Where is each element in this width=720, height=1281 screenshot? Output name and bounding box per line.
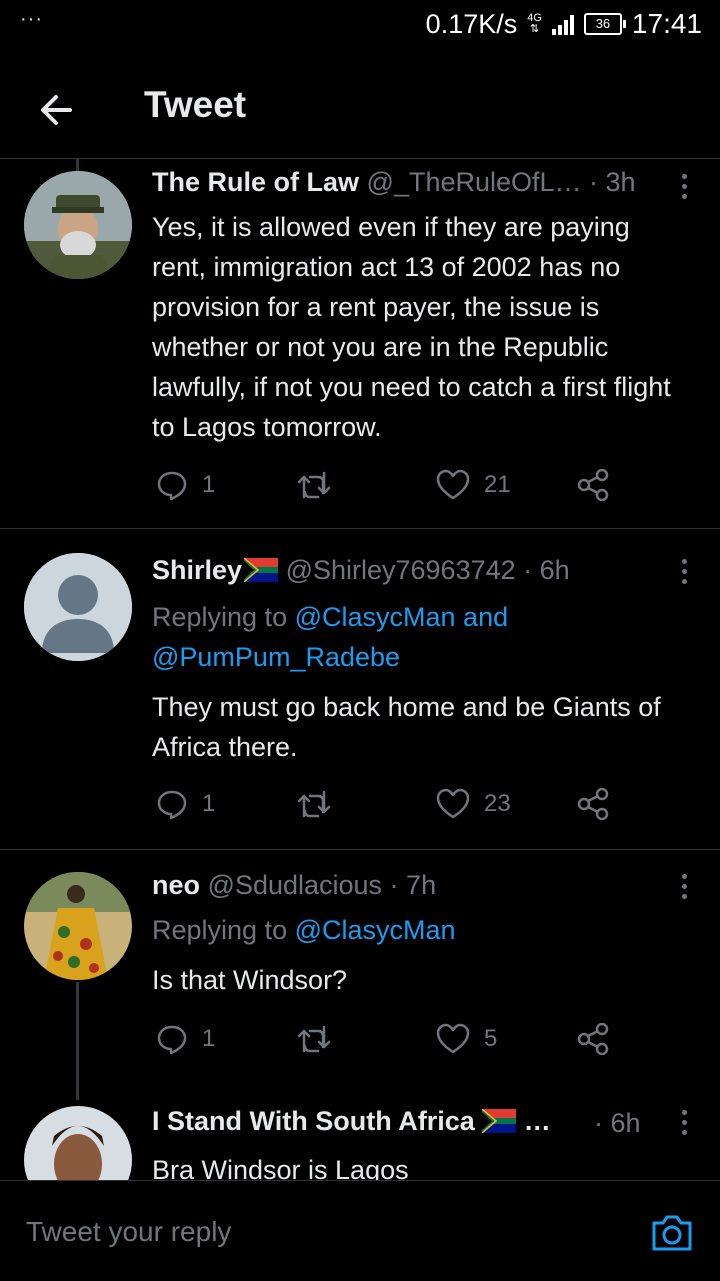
status-bar: ··· 0.17K/s 4G ⇅ 36 17:41 bbox=[0, 0, 720, 50]
reply-count: 1 bbox=[202, 790, 216, 817]
tweet[interactable]: I Stand With South Africa … · 6h Bra Win… bbox=[0, 1100, 720, 1180]
mention-link[interactable]: @ClasycMan bbox=[295, 915, 456, 945]
tweet-actions: 1 21 bbox=[156, 469, 616, 509]
reply-icon bbox=[157, 790, 187, 820]
tweet-actions: 1 23 bbox=[156, 788, 616, 828]
top-bar: Tweet bbox=[0, 60, 720, 159]
reply-button[interactable]: 1 bbox=[156, 788, 215, 820]
avatar[interactable] bbox=[24, 171, 132, 279]
tweet-actions: 1 5 bbox=[156, 1023, 616, 1063]
timestamp: · 6h bbox=[523, 555, 570, 585]
replying-to-label: Replying to bbox=[152, 915, 288, 945]
reply-button[interactable]: 1 bbox=[156, 1023, 215, 1055]
share-icon bbox=[577, 788, 609, 820]
like-icon bbox=[436, 469, 470, 500]
like-count: 21 bbox=[484, 471, 511, 498]
avatar[interactable] bbox=[24, 553, 132, 661]
network-type-icon: 4G ⇅ bbox=[527, 12, 542, 35]
tweet-header: neo @Sdudlacious · 7h bbox=[152, 870, 660, 901]
timestamp: · 6h bbox=[594, 1108, 641, 1138]
avatar-photo bbox=[24, 171, 132, 279]
more-options-button[interactable] bbox=[676, 874, 692, 899]
share-button[interactable] bbox=[576, 1023, 610, 1055]
avatar-photo bbox=[24, 872, 132, 980]
username[interactable]: @Shirley76963742 bbox=[286, 555, 516, 585]
tweet-text: They must go back home and be Giants of … bbox=[152, 692, 661, 762]
share-icon bbox=[577, 469, 609, 501]
clock: 17:41 bbox=[631, 8, 702, 39]
avatar[interactable] bbox=[24, 1106, 132, 1180]
back-arrow-icon bbox=[41, 95, 72, 125]
display-name-ellipsis: … bbox=[523, 1106, 551, 1136]
avatar[interactable] bbox=[24, 872, 132, 980]
reply-input[interactable] bbox=[24, 1211, 628, 1253]
display-name[interactable]: Shirley bbox=[152, 555, 242, 585]
camera-button[interactable] bbox=[650, 1211, 694, 1255]
display-name[interactable]: I Stand With South Africa bbox=[152, 1106, 475, 1136]
tweet-header: I Stand With South Africa … bbox=[152, 1106, 570, 1137]
retweet-button[interactable] bbox=[296, 1023, 332, 1055]
replying-to: Replying to @ClasycMan bbox=[152, 910, 680, 950]
back-button[interactable] bbox=[30, 84, 82, 136]
reply-composer bbox=[0, 1180, 720, 1281]
sa-flag-icon bbox=[243, 557, 279, 583]
like-icon bbox=[436, 1023, 470, 1054]
more-options-button[interactable] bbox=[676, 1110, 692, 1135]
avatar-photo bbox=[24, 1106, 132, 1180]
tweet-text: Yes, it is allowed even if they are payi… bbox=[152, 212, 671, 442]
share-icon bbox=[577, 1023, 609, 1055]
camera-icon bbox=[652, 1215, 692, 1251]
network-type-label: 4G bbox=[527, 12, 542, 24]
retweet-button[interactable] bbox=[296, 788, 332, 820]
more-options-button[interactable] bbox=[676, 174, 692, 199]
tweet[interactable]: The Rule of Law @_TheRuleOfL… · 3h Yes, … bbox=[0, 159, 720, 529]
display-name[interactable]: The Rule of Law bbox=[152, 167, 359, 197]
retweet-icon bbox=[297, 790, 331, 818]
tweet[interactable]: neo @Sdudlacious · 7h Replying to @Clasy… bbox=[0, 850, 720, 1100]
tweet-text: Bra Windsor is Lagos bbox=[152, 1155, 409, 1180]
like-count: 23 bbox=[484, 790, 511, 817]
replying-to-label: Replying to bbox=[152, 602, 288, 632]
username[interactable]: @_TheRuleOfL… bbox=[367, 167, 582, 197]
like-button[interactable]: 5 bbox=[436, 1023, 497, 1055]
thread-connector bbox=[76, 982, 79, 1100]
battery-icon: 36 bbox=[583, 13, 626, 35]
share-button[interactable] bbox=[576, 788, 610, 820]
retweet-button[interactable] bbox=[296, 469, 332, 501]
like-icon bbox=[436, 788, 470, 819]
thread-connector bbox=[76, 159, 79, 171]
like-button[interactable]: 23 bbox=[436, 788, 511, 820]
tweet[interactable]: Shirley @Shirley76963742 · 6h Replying t… bbox=[0, 529, 720, 850]
timestamp: · 3h bbox=[589, 167, 636, 197]
reply-icon bbox=[157, 471, 187, 501]
default-avatar-icon bbox=[24, 553, 132, 661]
username[interactable]: @Sdudlacious bbox=[208, 870, 383, 900]
signal-icon bbox=[551, 13, 574, 35]
share-button[interactable] bbox=[576, 469, 610, 501]
like-button[interactable]: 21 bbox=[436, 469, 511, 501]
reply-icon bbox=[157, 1025, 187, 1055]
status-right: 0.17K/s 4G ⇅ 36 17:41 bbox=[426, 8, 702, 40]
display-name[interactable]: neo bbox=[152, 870, 200, 900]
network-speed: 0.17K/s bbox=[425, 8, 518, 39]
retweet-icon bbox=[297, 471, 331, 499]
reply-button[interactable]: 1 bbox=[156, 469, 215, 501]
tweet-header: Shirley @Shirley76963742 · 6h bbox=[152, 555, 660, 586]
tweet-text: Is that Windsor? bbox=[152, 965, 348, 995]
retweet-icon bbox=[297, 1025, 331, 1053]
tweet-header: The Rule of Law @_TheRuleOfL… · 3h bbox=[152, 167, 660, 198]
reply-count: 1 bbox=[202, 471, 216, 498]
sa-flag-icon bbox=[481, 1108, 517, 1134]
timestamp: · 7h bbox=[389, 870, 437, 900]
replying-to: Replying to @ClasycMan and @PumPum_Radeb… bbox=[152, 597, 680, 677]
reply-count: 1 bbox=[202, 1025, 216, 1052]
more-options-button[interactable] bbox=[676, 559, 692, 584]
like-count: 5 bbox=[484, 1025, 498, 1052]
notification-dots: ··· bbox=[20, 8, 43, 30]
battery-level: 36 bbox=[595, 16, 611, 31]
page-title: Tweet bbox=[144, 84, 247, 125]
